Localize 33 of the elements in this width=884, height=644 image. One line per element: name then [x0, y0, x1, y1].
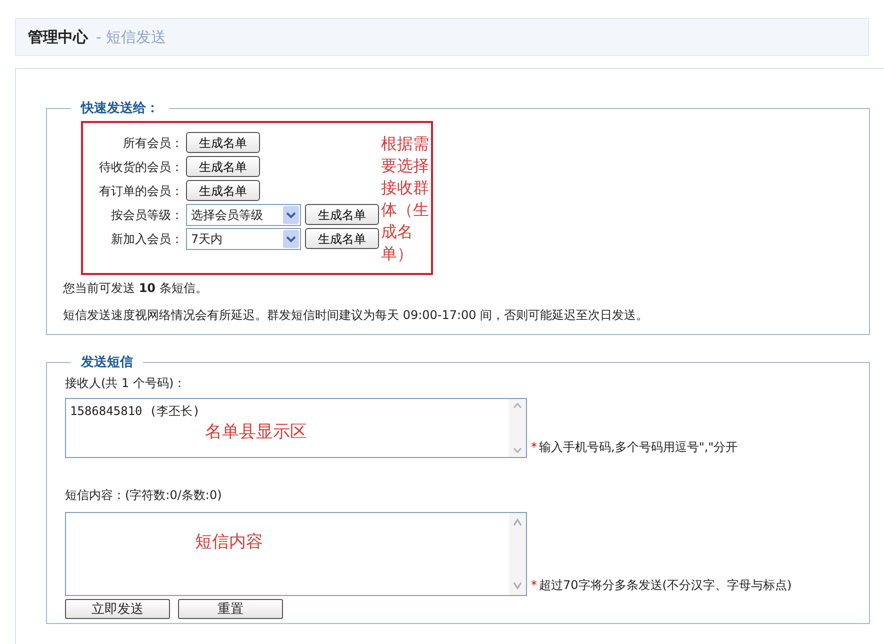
quota-text: 您当前可发送 10 条短信。: [63, 280, 208, 296]
generate-list-button[interactable]: 生成名单: [186, 132, 260, 153]
dropdown-select[interactable]: 7天内: [186, 228, 301, 250]
generate-list-button[interactable]: 生成名单: [186, 180, 260, 201]
form-button[interactable]: 重置: [178, 599, 283, 619]
recipient-entry: 1586845810 (李丕长): [70, 403, 201, 420]
field-label: 短信内容：(字符数:0/条数:0): [65, 487, 223, 504]
generate-list-button[interactable]: 生成名单: [305, 204, 379, 225]
field-label: 按会员等级：: [110, 206, 184, 224]
generate-list-button[interactable]: 生成名单: [305, 228, 379, 249]
field-hint: 超过70字将分多条发送(不分汉字、字母与标点): [539, 577, 792, 594]
scrollbar-drawing: [509, 399, 526, 457]
generate-list-button[interactable]: 生成名单: [186, 156, 260, 177]
field-label: 接收人(共 1 个号码)：: [65, 375, 187, 392]
annotation-text: 短信内容: [195, 531, 264, 554]
annotation-text: 根据需要选择接收群体（生成名单）: [381, 132, 430, 264]
text-area[interactable]: 短信内容: [65, 512, 527, 596]
field-label: 有订单的会员：: [98, 182, 184, 200]
required-mark: *: [531, 439, 537, 456]
group-legend: 快速发送给：: [71, 99, 169, 118]
field-label: 所有会员：: [122, 134, 184, 152]
dropdown-select[interactable]: 选择会员等级: [186, 204, 301, 226]
page-subtitle: - 短信发送: [96, 26, 166, 48]
field-hint: 输入手机号码,多个号码用逗号","分开: [539, 439, 738, 456]
form-button[interactable]: 立即发送: [65, 599, 170, 619]
group-legend: 发送短信: [71, 352, 143, 372]
field-label: 待收货的会员：: [98, 158, 184, 176]
required-mark: *: [531, 577, 537, 594]
text-area[interactable]: 1586845810 (李丕长) 名单县显示区: [65, 398, 527, 458]
field-label: 新加入会员：: [110, 230, 184, 248]
annotation-text: 名单县显示区: [205, 421, 308, 444]
page-title: 管理中心: [28, 26, 88, 48]
notice-text: 短信发送速度视网络情况会有所延迟。群发短信时间建议为每天 09:00-17:00 间，否则可能延迟至次日发送。: [63, 306, 650, 324]
